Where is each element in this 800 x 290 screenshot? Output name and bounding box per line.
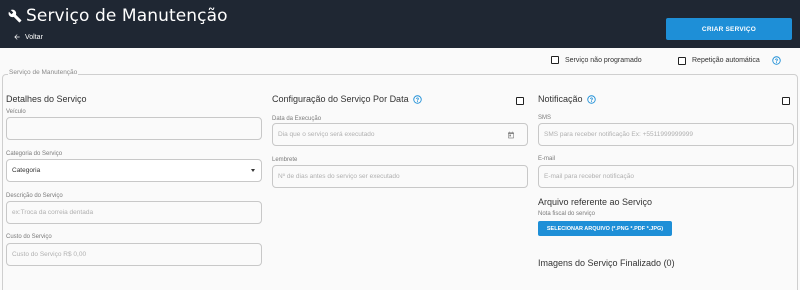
date-label: Data da Execução xyxy=(272,116,322,122)
category-label: Categoria do Serviço xyxy=(6,151,63,157)
back-label: Voltar xyxy=(25,33,43,41)
category-select[interactable]: Categoria xyxy=(6,159,262,182)
help-icon[interactable] xyxy=(772,56,781,65)
help-icon[interactable] xyxy=(412,94,422,104)
email-input[interactable]: E-mail para receber notificação xyxy=(538,165,794,188)
vehicle-input[interactable] xyxy=(6,117,262,140)
fieldset-legend: Serviço de Manutenção xyxy=(8,69,79,76)
calendar-icon[interactable] xyxy=(507,131,515,139)
create-service-button[interactable]: CRIAR SERVIÇO xyxy=(666,18,792,40)
wrench-icon xyxy=(8,9,22,23)
select-file-button[interactable]: SELECIONAR ARQUIVO (*.PNG *.PDF *.JPG) xyxy=(538,221,672,236)
arrow-left-icon xyxy=(14,34,20,40)
category-value: Categoria xyxy=(12,167,41,174)
unscheduled-option[interactable]: Serviço não programado xyxy=(551,56,642,64)
vehicle-label: Veículo xyxy=(6,109,26,115)
reminder-input[interactable]: Nº de dias antes do serviço ser executad… xyxy=(272,165,528,188)
date-config-checkbox[interactable] xyxy=(516,97,524,105)
date-input[interactable]: Dia que o serviço será executado xyxy=(272,123,528,146)
chevron-down-icon xyxy=(251,169,255,172)
description-label: Descrição do Serviço xyxy=(6,193,63,199)
page-title: Serviço de Manutenção xyxy=(26,6,228,26)
repeat-option[interactable]: Repetição automática xyxy=(678,56,781,65)
unscheduled-label: Serviço não programado xyxy=(565,56,642,64)
top-bar: Serviço de Manutenção Voltar CRIAR SERVI… xyxy=(0,0,800,48)
details-title: Detalhes do Serviço xyxy=(6,94,87,104)
repeat-checkbox[interactable] xyxy=(678,56,686,65)
config-title: Configuração do Serviço Por Data xyxy=(272,94,409,104)
config-header: Configuração do Serviço Por Data xyxy=(272,94,422,104)
repeat-label: Repetição automática xyxy=(692,57,760,64)
notification-header: Notificação xyxy=(538,94,596,104)
help-icon[interactable] xyxy=(586,94,596,104)
date-placeholder: Dia que o serviço será executado xyxy=(278,131,375,138)
sms-input[interactable]: SMS para receber notificação Ex: +551199… xyxy=(538,123,794,146)
notification-checkbox[interactable] xyxy=(782,97,790,105)
attachment-title: Arquivo referente ao Serviço xyxy=(538,197,653,207)
invoice-label: Nota fiscal do serviço xyxy=(538,211,596,217)
email-label: E-mail xyxy=(538,156,556,162)
finished-images-title: Imagens do Serviço Finalizado (0) xyxy=(538,258,675,268)
description-input[interactable]: ex:Troca da correia dentada xyxy=(6,201,262,224)
notification-title: Notificação xyxy=(538,94,583,104)
back-link[interactable]: Voltar xyxy=(13,33,43,41)
sms-label: SMS xyxy=(538,115,552,121)
cost-label: Custo do Serviço xyxy=(6,234,52,240)
reminder-label: Lembrete xyxy=(272,157,298,163)
unscheduled-checkbox[interactable] xyxy=(551,56,559,64)
cost-input[interactable]: Custo do Serviço R$ 0,00 xyxy=(6,243,262,266)
